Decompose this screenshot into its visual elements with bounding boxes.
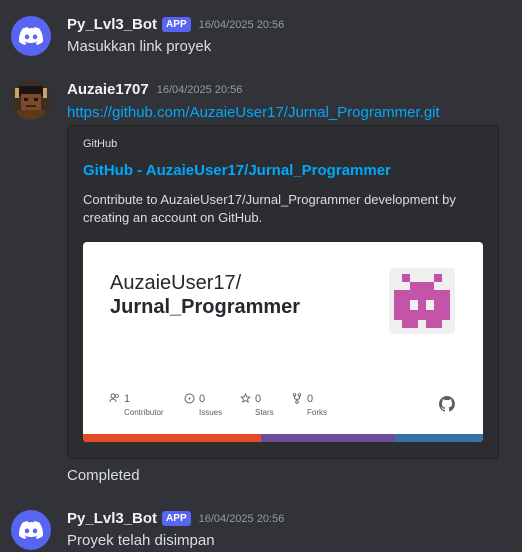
card-repo-name: Jurnal_Programmer (110, 296, 301, 318)
message-header: Py_Lvl3_Bot APP 16/04/2025 20:56 (67, 16, 284, 33)
username[interactable]: Py_Lvl3_Bot (67, 510, 157, 527)
app-tag: APP (162, 17, 191, 32)
language-segment-python (395, 434, 483, 442)
issues-icon (184, 393, 195, 404)
timestamp: 16/04/2025 20:56 (198, 512, 285, 525)
card-owner: AuzaieUser17/ (110, 272, 242, 294)
stat-label: Stars (255, 408, 274, 417)
timestamp: 16/04/2025 20:56 (198, 18, 285, 31)
embed-provider[interactable]: GitHub (83, 138, 117, 150)
github-icon (439, 396, 455, 412)
bot-avatar[interactable] (11, 510, 51, 550)
username[interactable]: Py_Lvl3_Bot (67, 16, 157, 33)
stat-count: 0 (307, 393, 314, 405)
fork-icon (292, 393, 302, 404)
repo-identicon (389, 268, 455, 334)
timestamp: 16/04/2025 20:56 (156, 83, 243, 96)
embed-title[interactable]: GitHub - AuzaieUser17/Jurnal_Programmer (83, 162, 391, 179)
app-tag: APP (162, 511, 191, 526)
identicon-icon (394, 274, 450, 328)
message-text: Completed (67, 467, 140, 484)
embed-image-card[interactable]: AuzaieUser17/ Jurnal_Programmer 1 Contri… (83, 242, 483, 442)
github-link[interactable]: https://github.com/AuzaieUser17/Jurnal_P… (67, 104, 440, 121)
message-text: Proyek telah disimpan (67, 532, 215, 549)
message-link-line: https://github.com/AuzaieUser17/Jurnal_P… (67, 104, 440, 121)
username[interactable]: Auzaie1707 (67, 81, 149, 98)
embed-description: Contribute to AuzaieUser17/Jurnal_Progra… (83, 192, 456, 225)
stat-count: 0 (255, 393, 262, 405)
language-segment-other (261, 434, 395, 442)
people-icon (109, 393, 119, 403)
link-embed: GitHub GitHub - AuzaieUser17/Jurnal_Prog… (67, 125, 499, 459)
message-text: Masukkan link proyek (67, 38, 212, 55)
discord-logo-icon (19, 27, 43, 45)
stat-label: Forks (307, 408, 327, 417)
stat-count: 0 (199, 393, 206, 405)
language-bar (83, 434, 483, 442)
star-icon (240, 393, 251, 404)
user-avatar[interactable] (11, 80, 51, 120)
stat-count: 1 (124, 393, 131, 405)
language-segment-html (83, 434, 261, 442)
stat-label: Contributor (124, 408, 164, 417)
stat-label: Issues (199, 408, 223, 417)
pixel-character-avatar-icon (11, 80, 51, 120)
bot-avatar[interactable] (11, 16, 51, 56)
message-header: Py_Lvl3_Bot APP 16/04/2025 20:56 (67, 510, 284, 527)
discord-logo-icon (19, 521, 43, 539)
message-header: Auzaie1707 16/04/2025 20:56 (67, 81, 242, 98)
